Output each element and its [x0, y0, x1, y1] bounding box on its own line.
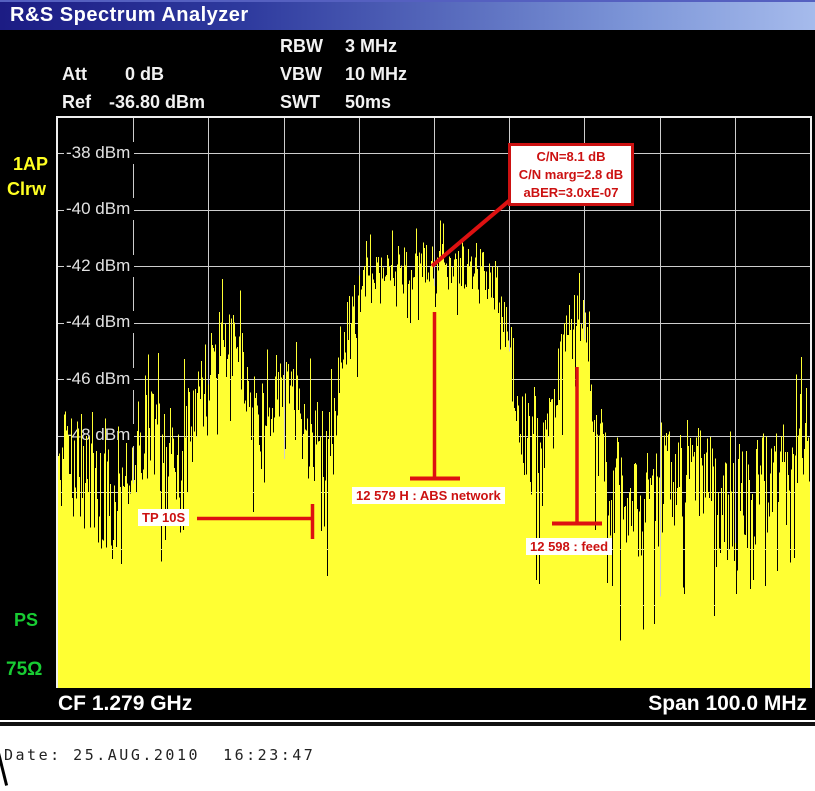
title-bar: R&S Spectrum Analyzer: [0, 0, 815, 30]
separator-line: [0, 722, 815, 726]
impedance-label: 75Ω: [6, 659, 42, 681]
tp-label: TP 10S: [138, 509, 189, 526]
vbw-label: VBW: [280, 64, 340, 85]
cn-measurement-box: C/N=8.1 dB C/N marg=2.8 dB aBER=3.0xE-07: [508, 143, 634, 206]
window-title: R&S Spectrum Analyzer: [10, 4, 249, 27]
rbw-value: 3 MHz: [345, 36, 397, 56]
trace-number-label: 1AP: [13, 154, 48, 175]
att-value: 0 dB: [125, 64, 164, 84]
vbw-value: 10 MHz: [345, 64, 407, 84]
rbw-readout: RBW 3 MHz: [280, 36, 397, 57]
screenshot-page: R&S Spectrum Analyzer RBW 3 MHz Att 0 dB…: [0, 0, 815, 791]
att-label: Att: [62, 64, 120, 85]
date-stamp: Date: 25.AUG.2010 16:23:47: [4, 746, 315, 764]
cn-callout-line: [432, 200, 510, 266]
cn-value: C/N=8.1 dB: [511, 148, 631, 166]
vbw-readout: VBW 10 MHz: [280, 64, 407, 85]
frequency-bar: CF 1.279 GHz Span 100.0 MHz: [0, 690, 815, 720]
abs-network-label: 12 579 H : ABS network: [352, 487, 505, 504]
plot-area: -38 dBm -40 dBm -42 dBm -44 dBm -46 dBm …: [58, 118, 810, 688]
span-readout: Span 100.0 MHz: [648, 692, 807, 716]
aber-value: aBER=3.0xE-07: [511, 184, 631, 202]
feed-label: 12 598 : feed: [526, 538, 612, 555]
swt-label: SWT: [280, 92, 340, 113]
trace-mode-label: Clrw: [7, 179, 46, 200]
ref-readout: Ref -36.80 dBm: [62, 92, 205, 113]
cn-margin-value: C/N marg=2.8 dB: [511, 166, 631, 184]
swt-readout: SWT 50ms: [280, 92, 391, 113]
analyzer-screen: R&S Spectrum Analyzer RBW 3 MHz Att 0 dB…: [0, 0, 815, 720]
marker-lines: [58, 118, 810, 688]
ref-label: Ref: [62, 92, 104, 113]
att-readout: Att 0 dB: [62, 64, 164, 85]
swt-value: 50ms: [345, 92, 391, 112]
ps-label: PS: [14, 610, 38, 631]
ref-value: -36.80 dBm: [109, 92, 205, 112]
graticule: -38 dBm -40 dBm -42 dBm -44 dBm -46 dBm …: [56, 116, 812, 688]
rbw-label: RBW: [280, 36, 340, 57]
center-frequency: CF 1.279 GHz: [58, 692, 192, 716]
